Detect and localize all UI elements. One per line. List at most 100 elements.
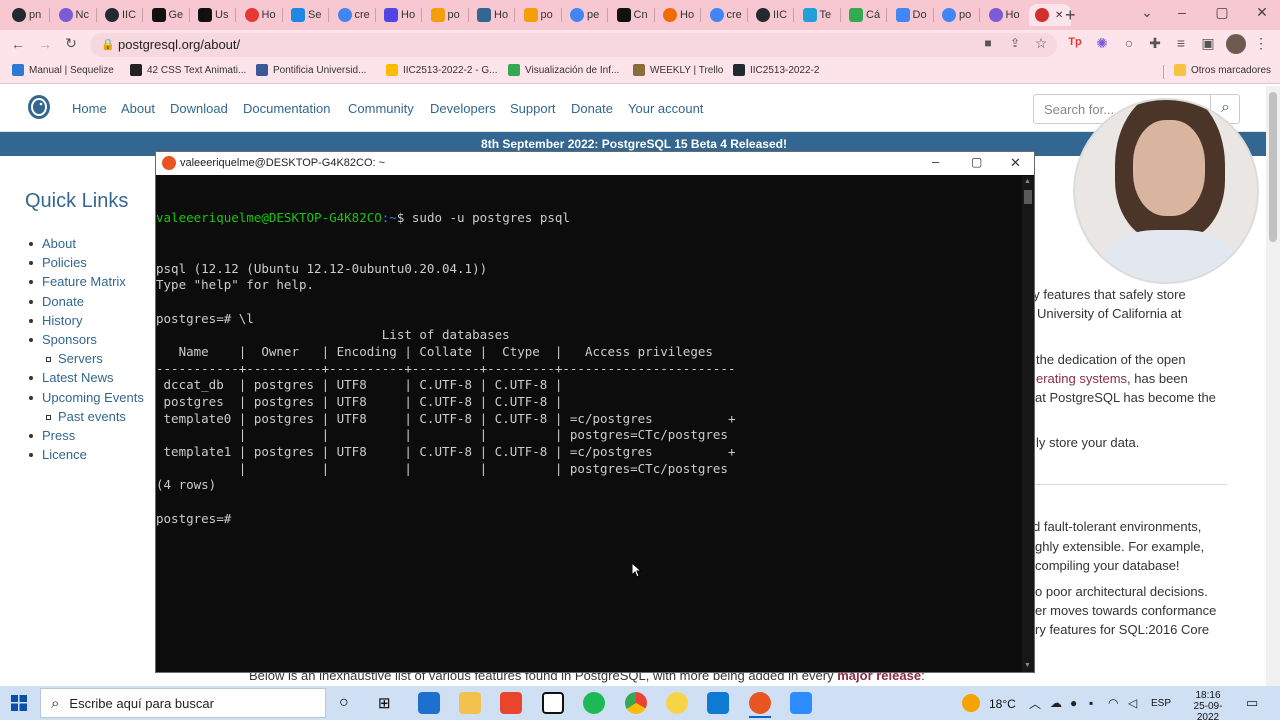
side-panel-icon[interactable]: ▣ <box>1199 35 1217 52</box>
clock[interactable]: 18:16 25-09-2022 <box>1186 690 1230 723</box>
browser-tab[interactable]: pe <box>564 4 604 26</box>
quick-link-history[interactable]: History <box>28 313 82 328</box>
camera-tray-icon[interactable]: ▪ <box>1089 696 1093 710</box>
share-icon[interactable]: ⇪ <box>1006 36 1024 50</box>
extensions-puzzle-icon[interactable]: ✚ <box>1146 35 1164 52</box>
nav-link-about[interactable]: About <box>121 101 155 116</box>
zoom-icon[interactable] <box>790 692 812 714</box>
nav-link-support[interactable]: Support <box>510 101 556 116</box>
profile-avatar[interactable] <box>1226 34 1246 54</box>
bookmark-item[interactable]: 42 CSS Text Animati... <box>130 64 246 76</box>
bookmark-item[interactable]: WEEKLY | Trello <box>633 64 723 76</box>
close-window-icon[interactable]: ✕ <box>1252 4 1272 21</box>
menu-icon[interactable]: ⋮ <box>1252 35 1270 52</box>
taskbar-search[interactable]: ⌕ Escribe aquí para buscar <box>40 688 326 718</box>
scroll-up-icon[interactable]: ▲ <box>1024 178 1031 185</box>
terminal-close-icon[interactable]: ✕ <box>1010 155 1021 171</box>
url-text[interactable]: postgresql.org/about/ <box>118 37 240 52</box>
bookmark-item[interactable]: Visualización de Inf... <box>508 64 619 76</box>
bookmark-item[interactable]: IIC2513-2022-2 - G... <box>386 64 498 76</box>
browser-tab[interactable]: Ho <box>983 4 1023 26</box>
quick-link-about[interactable]: About <box>29 236 76 251</box>
scroll-down-icon[interactable]: ▼ <box>1024 662 1031 669</box>
weather-temp[interactable]: 18°C <box>989 697 1016 711</box>
other-bookmarks[interactable]: Otros marcadores <box>1174 64 1271 76</box>
minimize-icon[interactable]: – <box>1172 4 1192 20</box>
camera-icon[interactable]: ■ <box>979 36 997 50</box>
chrome-icon[interactable] <box>625 692 647 714</box>
browser-tab[interactable]: po <box>518 4 558 26</box>
wifi-icon[interactable]: ◠ <box>1108 696 1118 710</box>
browser-tab[interactable]: po <box>936 4 976 26</box>
terminal-scrollbar-thumb[interactable] <box>1024 190 1032 204</box>
extension-gear-icon[interactable]: ✺ <box>1093 35 1111 52</box>
bookmark-item[interactable]: Pontificia Universid... <box>256 64 366 76</box>
browser-tab[interactable]: Te <box>797 4 837 26</box>
mail-icon[interactable] <box>418 692 440 714</box>
volume-icon[interactable]: ◁ <box>1128 696 1137 710</box>
nav-link-your-account[interactable]: Your account <box>628 101 703 116</box>
nav-link-download[interactable]: Download <box>170 101 228 116</box>
quick-link-donate[interactable]: Donate <box>29 294 84 309</box>
tray-chevron-icon[interactable]: ︿ <box>1029 695 1041 712</box>
page-scrollbar-thumb[interactable] <box>1269 92 1277 242</box>
terminal-minimize-icon[interactable]: – <box>932 154 939 169</box>
task-view-icon[interactable]: ⊞ <box>378 694 391 712</box>
nav-link-documentation[interactable]: Documentation <box>243 101 330 116</box>
bookmark-item[interactable]: IIC2513-2022-2 <box>733 64 820 76</box>
weather-icon[interactable] <box>962 694 980 712</box>
browser-tab[interactable]: Cn <box>611 4 651 26</box>
browser-tab[interactable]: Ho <box>657 4 697 26</box>
language-indicator[interactable]: ESP <box>1151 698 1171 709</box>
quick-link-servers[interactable]: Servers <box>46 351 103 366</box>
quick-link-feature-matrix[interactable]: Feature Matrix <box>29 274 126 289</box>
star-icon[interactable]: ☆ <box>1032 35 1050 52</box>
terminal-output[interactable]: valeeeriquelme@DESKTOP-G4K82CO:~$ sudo -… <box>156 176 1022 672</box>
notion-icon[interactable] <box>542 692 564 714</box>
norton-icon[interactable] <box>666 692 688 714</box>
close-tab-icon[interactable]: ✕ <box>1055 10 1063 21</box>
terminal-maximize-icon[interactable]: ▢ <box>971 155 982 169</box>
site-search-input[interactable]: Search for... <box>1044 102 1114 117</box>
back-icon[interactable]: ← <box>9 36 27 52</box>
quick-link-latest-news[interactable]: Latest News <box>29 370 114 385</box>
postgresql-logo-icon[interactable] <box>24 93 54 123</box>
browser-tab[interactable]: po <box>425 4 465 26</box>
browser-tab[interactable]: Ho <box>378 4 418 26</box>
terminal-window[interactable]: valeeeriquelme@DESKTOP-G4K82CO: ~ – ▢ ✕ … <box>155 151 1035 673</box>
cloud-icon[interactable]: ☁ <box>1050 696 1062 710</box>
quick-link-policies[interactable]: Policies <box>29 255 87 270</box>
tab-search-icon[interactable]: ⌄ <box>1137 4 1157 21</box>
vscode-icon[interactable] <box>707 692 729 714</box>
extension-tp-icon[interactable]: Tp <box>1066 36 1084 48</box>
browser-tab[interactable]: Ho <box>239 4 279 26</box>
maximize-icon[interactable]: ▢ <box>1212 4 1232 21</box>
browser-tab[interactable]: cre <box>332 4 372 26</box>
browser-tab[interactable]: Ho <box>471 4 511 26</box>
quick-link-upcoming-events[interactable]: Upcoming Events <box>29 390 144 405</box>
browser-tab[interactable]: cre <box>704 4 744 26</box>
browser-tab[interactable]: Cá <box>843 4 883 26</box>
browser-tab[interactable]: Do <box>890 4 930 26</box>
office-icon[interactable] <box>500 692 522 714</box>
mic-icon[interactable]: ● <box>1070 696 1077 710</box>
taskbar-search-input[interactable]: Escribe aquí para buscar <box>69 696 214 711</box>
spotify-icon[interactable] <box>583 692 605 714</box>
terminal-scrollbar[interactable]: ▲ ▼ <box>1022 176 1034 672</box>
browser-tab[interactable]: Us <box>192 4 232 26</box>
cortana-icon[interactable]: ○ <box>339 694 349 712</box>
file-explorer-icon[interactable] <box>459 692 481 714</box>
operating-systems-link[interactable]: erating systems <box>1036 371 1127 386</box>
reload-icon[interactable]: ↻ <box>62 35 80 52</box>
browser-tab[interactable]: Se <box>285 4 325 26</box>
browser-tab[interactable]: IIC <box>750 4 790 26</box>
nav-link-community[interactable]: Community <box>348 101 414 116</box>
notifications-icon[interactable]: ▭ <box>1246 695 1258 711</box>
extension-circle-icon[interactable]: ○ <box>1120 35 1138 51</box>
browser-tab[interactable]: IIC <box>99 4 139 26</box>
page-scrollbar[interactable] <box>1266 86 1280 686</box>
quick-link-past-events[interactable]: Past events <box>46 409 126 424</box>
new-tab-button[interactable]: + <box>1065 5 1076 26</box>
nav-link-developers[interactable]: Developers <box>430 101 496 116</box>
quick-link-press[interactable]: Press <box>28 428 75 443</box>
